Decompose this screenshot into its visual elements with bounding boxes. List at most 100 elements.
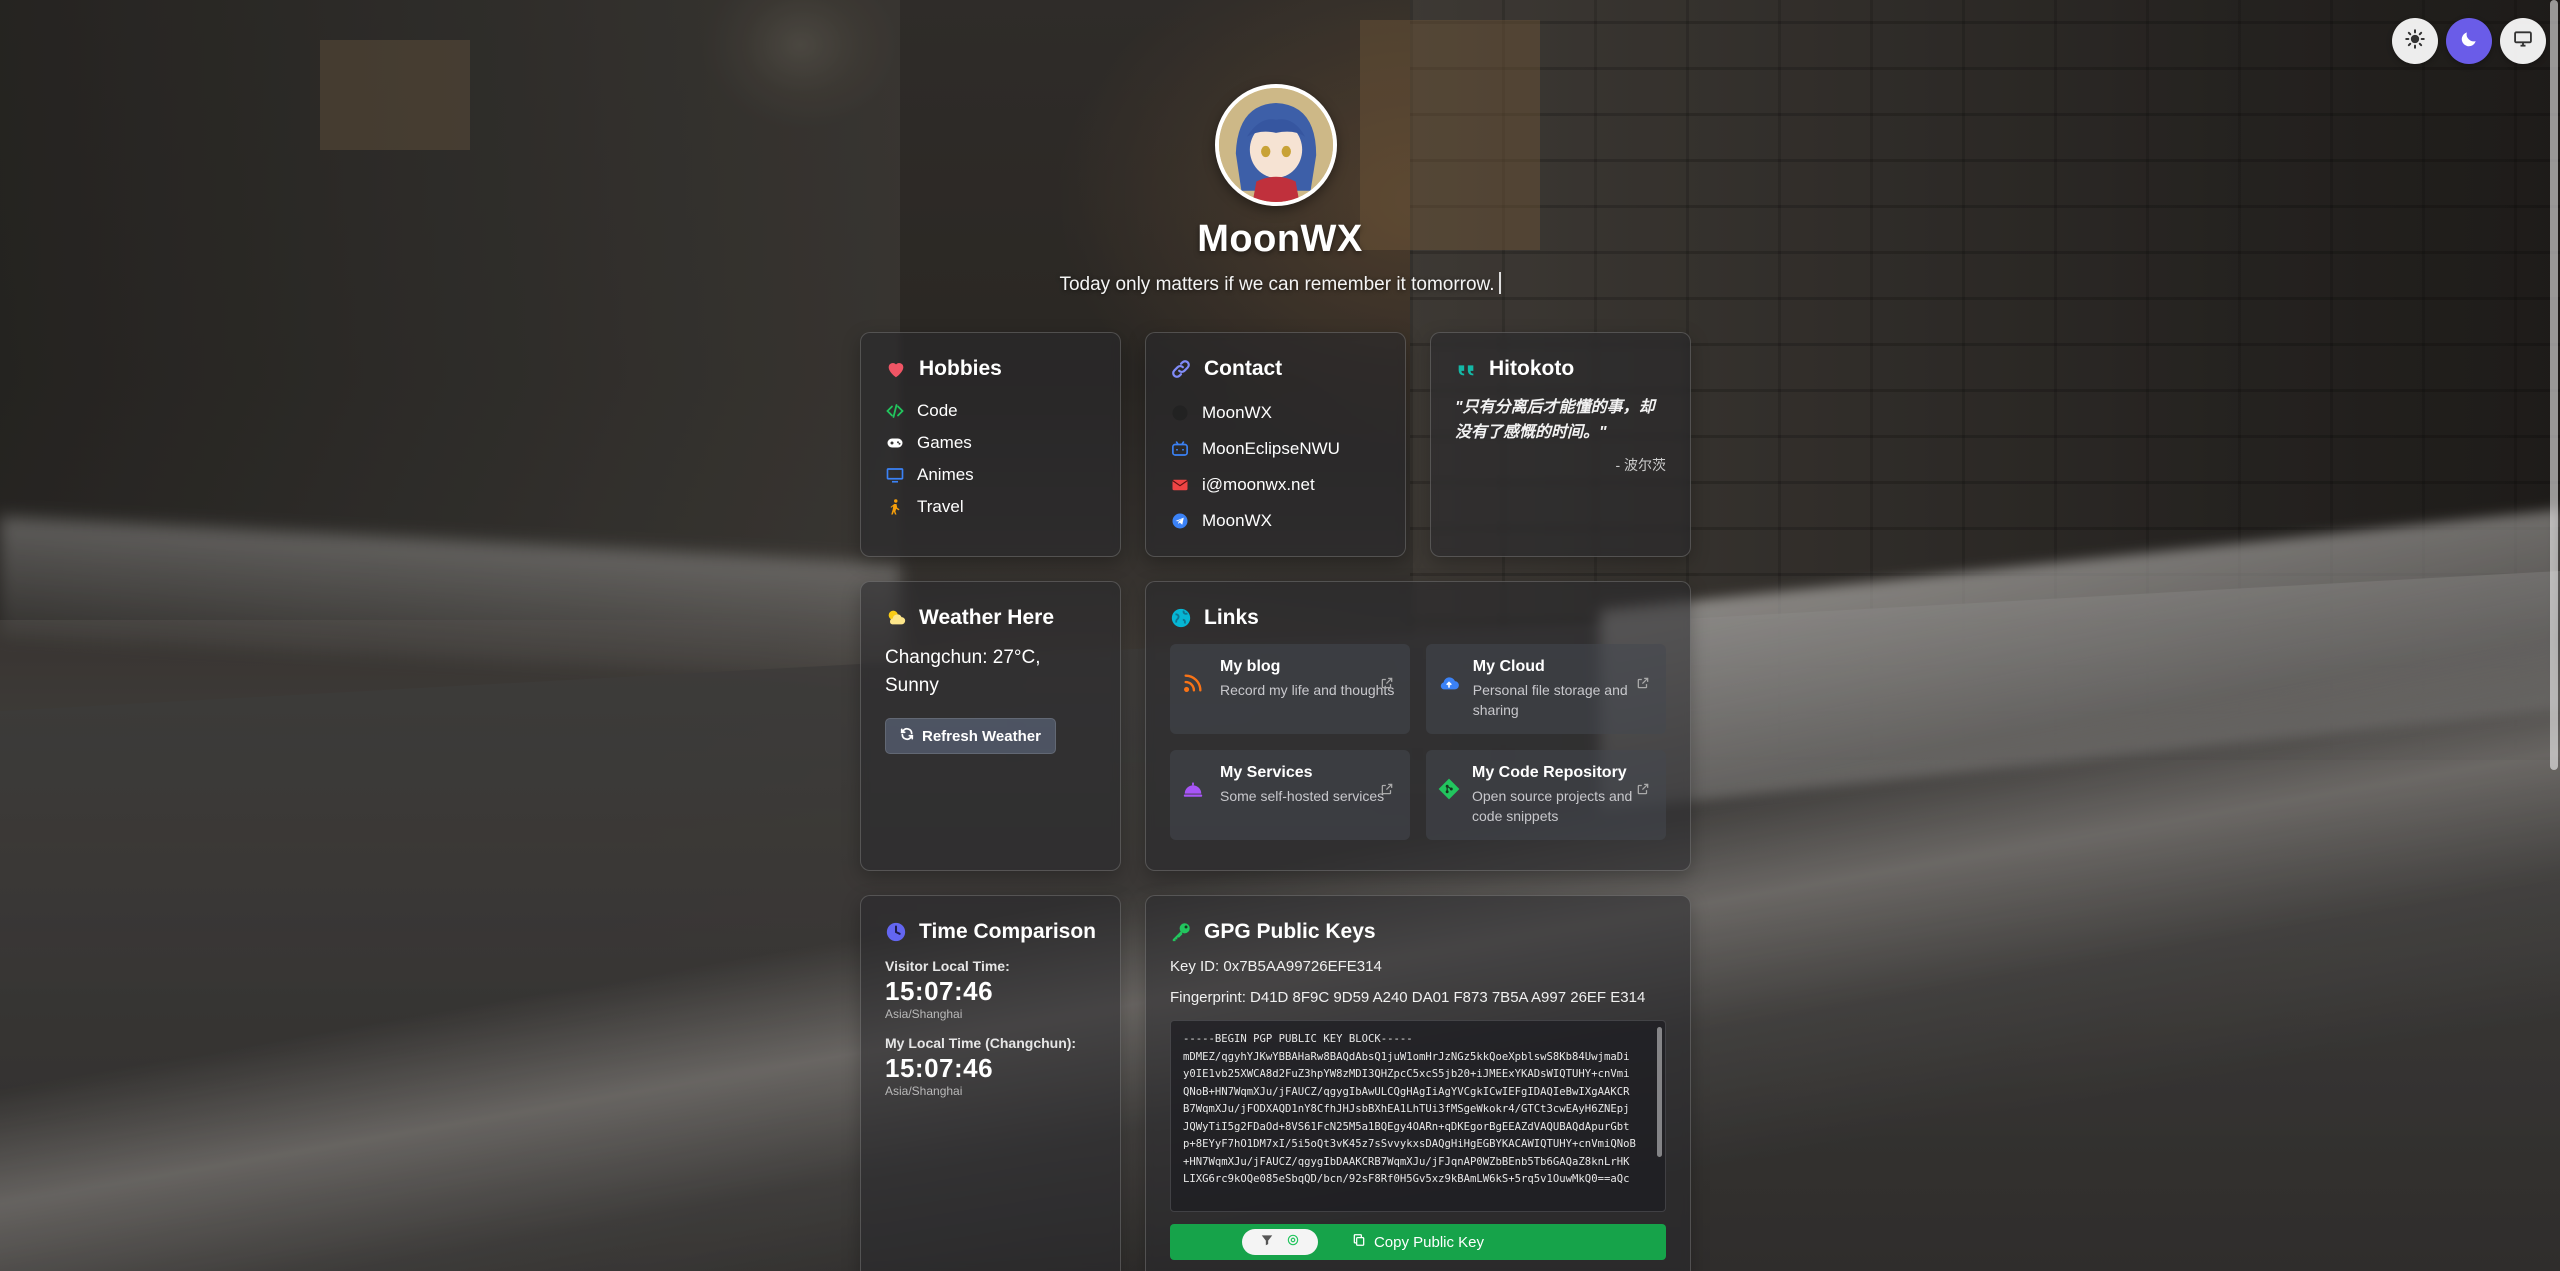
hitokoto-title: Hitokoto	[1489, 357, 1575, 380]
hobby-item-animes: Animes	[885, 459, 1096, 491]
gpg-fingerprint: Fingerprint: D41D 8F9C 9D59 A240 DA01 F8…	[1170, 989, 1646, 1006]
contact-item-bilibili[interactable]: MoonEclipseNWU	[1170, 431, 1381, 467]
code-icon	[885, 401, 905, 421]
git-icon	[1438, 778, 1460, 804]
profile-tagline: Today only matters if we can remember it…	[0, 272, 2560, 296]
hobbies-title: Hobbies	[919, 357, 1002, 380]
page-scrollbar[interactable]	[2550, 0, 2558, 770]
local-time-value: 15:07:46	[885, 1053, 994, 1083]
rss-icon	[1182, 672, 1208, 698]
monitor-icon	[885, 465, 905, 485]
hitokoto-card: Hitokoto "只有分离后才能懂的事，却没有了感慨的时间。" - 波尔茨	[1430, 332, 1691, 557]
quote-icon	[1455, 358, 1477, 380]
external-link-icon	[1636, 782, 1652, 798]
envelope-icon	[1170, 475, 1190, 495]
gpg-scrollbar[interactable]	[1657, 1027, 1662, 1157]
hobby-item-games: Games	[885, 427, 1096, 459]
hobby-label: Animes	[917, 465, 974, 484]
gpg-card: GPG Public Keys Key ID: 0x7B5AA99726EFE3…	[1145, 895, 1691, 1271]
link-tile-services[interactable]: My Services Some self-hosted services	[1170, 750, 1410, 840]
contact-item-github[interactable]: MoonWX	[1170, 395, 1381, 431]
link-desc: Some self-hosted services	[1220, 788, 1385, 804]
link-tile-code-repo[interactable]: My Code Repository Open source projects …	[1426, 750, 1666, 840]
local-time-label: My Local Time (Changchun):	[885, 1035, 1077, 1051]
cloud-upload-icon	[1438, 672, 1461, 698]
external-link-icon	[1380, 782, 1396, 798]
contact-card: Contact MoonWX MoonEclipseNWU i@moonwx.n…	[1145, 332, 1406, 557]
contact-item-telegram[interactable]: MoonWX	[1170, 503, 1381, 539]
link-title: My Cloud	[1472, 658, 1545, 675]
contact-label: MoonWX	[1202, 511, 1272, 530]
dark-theme-button[interactable]	[2446, 18, 2492, 64]
link-title: My Code Repository	[1472, 764, 1627, 781]
visitor-time-label: Visitor Local Time:	[885, 958, 1010, 974]
link-tile-cloud[interactable]: My Cloud Personal file storage and shari…	[1426, 644, 1666, 734]
link-title: My Services	[1220, 764, 1313, 781]
visitor-time-zone: Asia/Shanghai	[885, 1007, 963, 1021]
time-comparison-card: Time Comparison Visitor Local Time: 15:0…	[860, 895, 1121, 1271]
heart-icon	[885, 358, 907, 380]
profile-name: MoonWX	[1197, 218, 1363, 260]
refresh-icon	[900, 727, 914, 745]
hobby-item-travel: Travel	[885, 491, 1096, 523]
hobby-label: Games	[917, 433, 972, 452]
copy-public-key-label: Copy Public Key	[1373, 1233, 1485, 1251]
cloud-sun-icon	[885, 607, 907, 629]
github-icon	[1170, 403, 1190, 423]
contact-title: Contact	[1204, 357, 1283, 380]
hobby-label: Code	[917, 401, 958, 420]
person-walking-icon	[885, 497, 905, 517]
avatar	[1215, 84, 1337, 206]
links-card: Links My blog Record my life and thought…	[1145, 581, 1691, 871]
filter-icon[interactable]	[1260, 1233, 1274, 1251]
moon-icon	[2459, 29, 2479, 54]
gpg-key-text: -----BEGIN PGP PUBLIC KEY BLOCK----- mDM…	[1183, 1033, 1636, 1185]
bell-service-icon	[1182, 778, 1208, 804]
contact-item-email[interactable]: i@moonwx.net	[1170, 467, 1381, 503]
bilibili-icon	[1170, 439, 1190, 459]
weather-text: Changchun: 27°C, Sunny	[885, 647, 1041, 696]
theme-switch	[2392, 18, 2546, 64]
link-icon	[1170, 358, 1192, 380]
gpg-key-id: Key ID: 0x7B5AA99726EFE314	[1170, 958, 1382, 975]
gpg-key-block[interactable]: -----BEGIN PGP PUBLIC KEY BLOCK----- mDM…	[1170, 1020, 1666, 1212]
desktop-icon	[2513, 29, 2533, 54]
weather-card: Weather Here Changchun: 27°C, Sunny Refr…	[860, 581, 1121, 871]
hitokoto-quote: "只有分离后才能懂的事，却没有了感慨的时间。"	[1455, 399, 1655, 441]
time-title: Time Comparison	[919, 920, 1096, 943]
hobby-item-code: Code	[885, 395, 1096, 427]
copy-public-key-button[interactable]: Copy Public Key	[1170, 1224, 1666, 1260]
floating-toolbar[interactable]	[1242, 1229, 1318, 1255]
key-icon	[1170, 921, 1192, 943]
contact-label: MoonEclipseNWU	[1202, 439, 1340, 458]
link-tile-blog[interactable]: My blog Record my life and thoughts	[1170, 644, 1410, 734]
link-desc: Personal file storage and sharing	[1472, 682, 1628, 718]
telegram-icon	[1170, 511, 1190, 531]
system-theme-button[interactable]	[2500, 18, 2546, 64]
link-desc: Open source projects and code snippets	[1472, 788, 1633, 824]
light-theme-button[interactable]	[2392, 18, 2438, 64]
refresh-weather-label: Refresh Weather	[922, 727, 1041, 745]
hitokoto-author: - 波尔茨	[1615, 457, 1666, 473]
contact-label: i@moonwx.net	[1202, 475, 1315, 494]
link-title: My blog	[1220, 658, 1281, 675]
link-desc: Record my life and thoughts	[1220, 682, 1395, 698]
external-link-icon	[1636, 676, 1652, 692]
typing-caret	[1498, 272, 1501, 294]
refresh-weather-button[interactable]: Refresh Weather	[885, 718, 1056, 754]
gpg-title: GPG Public Keys	[1204, 920, 1376, 943]
target-icon[interactable]	[1286, 1233, 1300, 1251]
visitor-time-value: 15:07:46	[885, 976, 994, 1006]
sun-icon	[2405, 28, 2425, 54]
copy-icon	[1352, 1233, 1366, 1251]
contact-label: MoonWX	[1202, 403, 1272, 422]
tagline-text: Today only matters if we can remember it…	[1059, 274, 1495, 295]
globe-icon	[1170, 607, 1192, 629]
hobbies-card: Hobbies Code Games Animes Travel	[860, 332, 1121, 557]
hobby-label: Travel	[917, 497, 964, 516]
clock-icon	[885, 921, 907, 943]
local-time-zone: Asia/Shanghai	[885, 1084, 963, 1098]
links-title: Links	[1204, 606, 1259, 629]
external-link-icon	[1380, 676, 1396, 692]
weather-title: Weather Here	[919, 606, 1055, 629]
